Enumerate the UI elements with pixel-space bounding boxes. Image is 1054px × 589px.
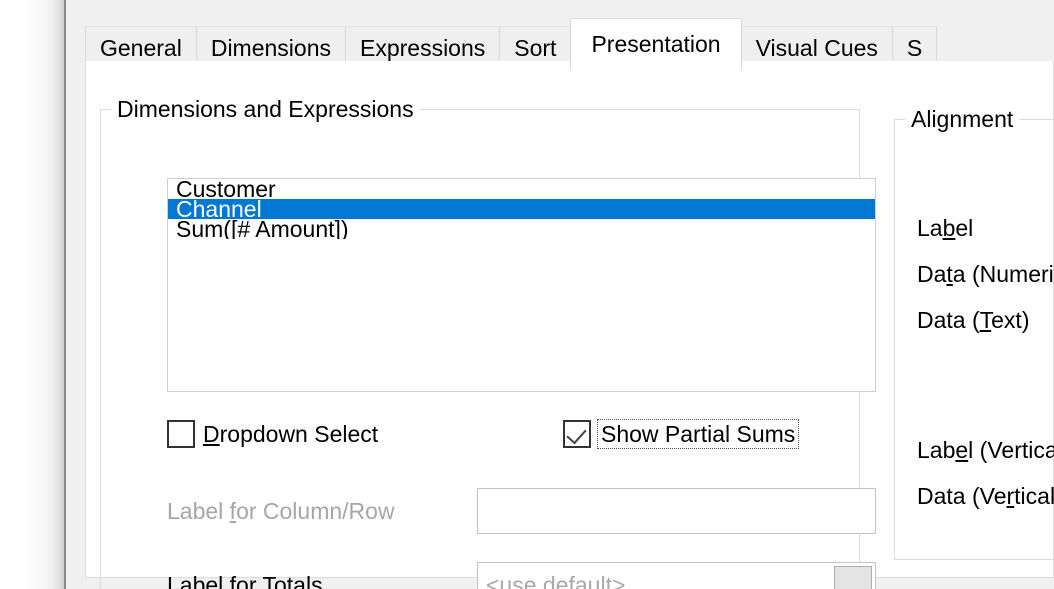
tab-sort-label: Sort [514, 35, 557, 61]
show-partial-sums-label: Show Partial Sums [596, 419, 800, 449]
label-for-totals-label: Label for Totals [167, 572, 477, 589]
alignment-row-data-vertical: Data (Vertical) [917, 483, 1054, 510]
label-post: a (Numeric) [952, 261, 1054, 287]
show-partial-sums-checkbox-row[interactable]: Show Partial Sums [563, 419, 800, 449]
label-for-totals-browse-button[interactable]: ... [834, 566, 872, 589]
alignment-row-label: Label [917, 215, 973, 242]
list-item-label: Sum([# Amount]) [176, 219, 349, 239]
tab-presentation[interactable]: Presentation [570, 18, 742, 70]
screenshot-root: General Dimensions Expressions Sort Pres… [0, 0, 1054, 589]
label-for-totals-row: Label for Totals <use default> ... [167, 562, 876, 589]
presentation-tab-page: Dimensions and Expressions Customer Chan… [85, 61, 1054, 589]
label-accel: b [942, 215, 956, 241]
label-for-totals-input[interactable]: <use default> ... [477, 562, 876, 589]
tab-presentation-label: Presentation [591, 31, 721, 57]
dropdown-select-checkbox-row[interactable]: Dropdown Select [167, 420, 378, 448]
label-for-column-row-row: Label for Column/Row [167, 488, 876, 534]
list-item-label: Customer [176, 179, 276, 199]
label-for-totals-placeholder: <use default> [486, 571, 626, 589]
label-for-column-row-label: Label for Column/Row [167, 498, 477, 525]
label-post: ropdown Select [219, 421, 379, 447]
list-item[interactable]: Channel [168, 199, 875, 219]
label-accel: D [203, 421, 220, 447]
label-post: abel for Totals [179, 571, 323, 589]
alignment-group-title: Alignment [905, 105, 1020, 133]
label-accel: e [955, 437, 969, 463]
alignment-row-label-vertical: Label (Vertical) [917, 437, 1054, 464]
dimensions-group-title: Dimensions and Expressions [111, 95, 420, 123]
label-pre: Da [917, 261, 947, 287]
tab-dimensions-label: Dimensions [210, 35, 331, 61]
ellipsis-icon: ... [841, 576, 865, 589]
label-post: el [955, 215, 974, 241]
label-pre: Lab [917, 437, 956, 463]
label-pre: Data (Ve [917, 483, 1007, 509]
label-pre: Label [167, 497, 230, 524]
label-post: ext) [991, 307, 1030, 333]
dimensions-and-expressions-group: Dimensions and Expressions Customer Chan… [100, 95, 876, 589]
properties-tabstrip[interactable]: General Dimensions Expressions Sort Pres… [85, 18, 1054, 70]
tab-visual-cues-label: Visual Cues [755, 35, 878, 61]
label-pre: Data ( [917, 307, 980, 333]
alignment-row-data-numeric: Data (Numeric) [917, 261, 1054, 288]
label-post: Show Partial Sums [601, 421, 796, 447]
label-accel: T [979, 307, 992, 333]
window-drop-shadow [20, 0, 64, 589]
alignment-group: Alignment Label Data (Numeric) Data (Tex… [894, 105, 1054, 560]
list-item-label: Channel [176, 199, 262, 219]
label-post: tical) [1014, 483, 1054, 509]
label-for-column-row-input[interactable] [477, 488, 876, 534]
list-item[interactable]: Customer [168, 179, 875, 199]
label-pre: La [917, 215, 943, 241]
tab-general-label: General [100, 35, 182, 61]
list-item[interactable]: Sum([# Amount]) [168, 219, 875, 239]
alignment-row-data-text: Data (Text) [917, 307, 1029, 334]
dimensions-expressions-listbox[interactable]: Customer Channel Sum([# Amount]) [167, 178, 876, 392]
tab-expressions-label: Expressions [359, 35, 486, 61]
show-partial-sums-checkbox[interactable] [563, 420, 591, 448]
dropdown-select-checkbox[interactable] [167, 420, 195, 448]
dropdown-select-label: Dropdown Select [203, 421, 378, 447]
label-accel: L [167, 571, 180, 589]
tab-style-partial-label: S [906, 35, 923, 61]
label-post: or Column/Row [236, 497, 395, 524]
label-post: l (Vertical) [968, 437, 1054, 463]
chart-properties-dialog: General Dimensions Expressions Sort Pres… [66, 0, 1054, 589]
